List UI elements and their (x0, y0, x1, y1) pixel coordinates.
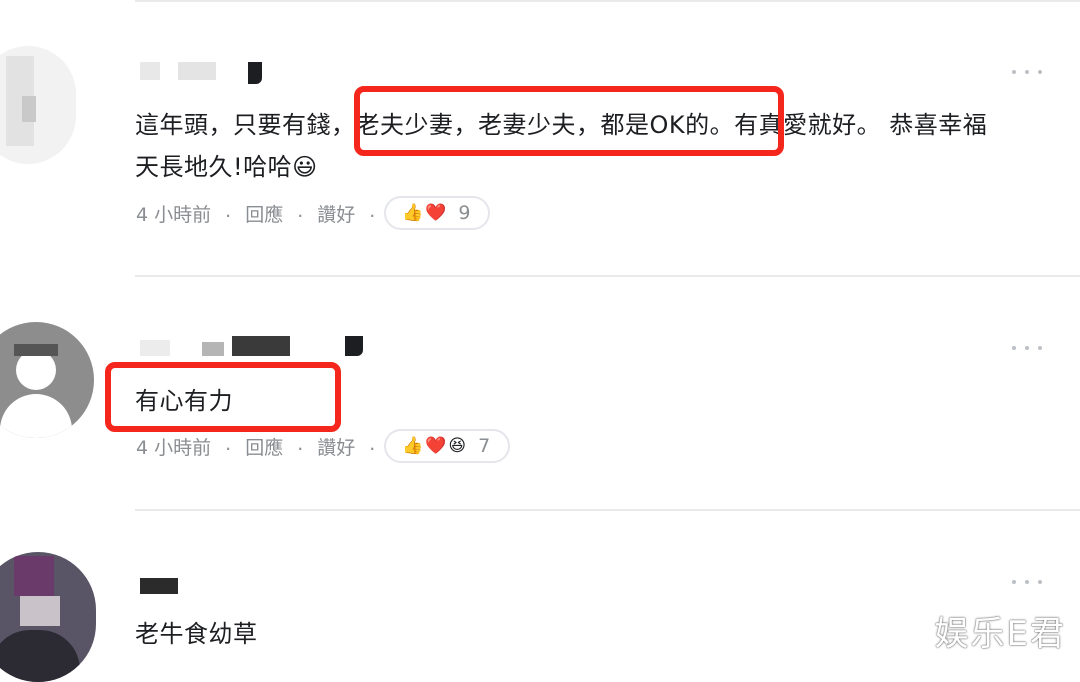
haha-reaction-icon: 😆 (448, 436, 467, 456)
comment-text-line2: 天長地久!哈哈😃 (135, 153, 318, 181)
reactions-pill[interactable]: 👍 ❤️ 9 (384, 196, 490, 230)
separator: . (225, 433, 232, 455)
reactions-pill[interactable]: 👍 ❤️ 😆 7 (384, 429, 510, 463)
more-options-icon[interactable] (1012, 344, 1042, 352)
comment-meta: 4 小時前. 回應. 讚好. (136, 433, 375, 460)
commenter-name-blurred[interactable] (140, 578, 180, 598)
timestamp[interactable]: 4 小時前 (136, 433, 211, 460)
separator: . (297, 200, 304, 222)
love-reaction-icon: ❤️ (425, 436, 447, 456)
separator: . (369, 200, 376, 222)
comment-text: 老牛食幼草 (135, 620, 258, 648)
comment-meta: 4 小時前. 回應. 讚好. (136, 200, 375, 227)
divider (135, 275, 1080, 277)
like-link[interactable]: 讚好 (317, 200, 355, 227)
highlight-box (354, 86, 784, 156)
commenter-name-blurred[interactable] (140, 336, 370, 356)
like-reaction-icon: 👍 (402, 436, 424, 456)
like-reaction-icon: 👍 (402, 203, 424, 223)
separator: . (297, 433, 304, 455)
more-options-icon[interactable] (1012, 68, 1042, 76)
reaction-count: 9 (458, 202, 471, 224)
default-avatar-icon[interactable] (0, 322, 94, 438)
timestamp[interactable]: 4 小時前 (136, 200, 211, 227)
reaction-count: 7 (478, 435, 491, 457)
divider (135, 0, 1080, 2)
watermark: 娱乐E君 (934, 614, 1066, 654)
love-reaction-icon: ❤️ (425, 203, 447, 223)
separator: . (225, 200, 232, 222)
more-options-icon[interactable] (1012, 578, 1042, 586)
like-link[interactable]: 讚好 (317, 433, 355, 460)
avatar[interactable] (0, 46, 76, 164)
commenter-name-blurred[interactable] (140, 62, 262, 84)
separator: . (369, 433, 376, 455)
reply-link[interactable]: 回應 (245, 200, 283, 227)
reply-link[interactable]: 回應 (245, 433, 283, 460)
highlight-box (105, 362, 341, 432)
divider (135, 509, 1080, 511)
avatar[interactable] (0, 552, 96, 682)
